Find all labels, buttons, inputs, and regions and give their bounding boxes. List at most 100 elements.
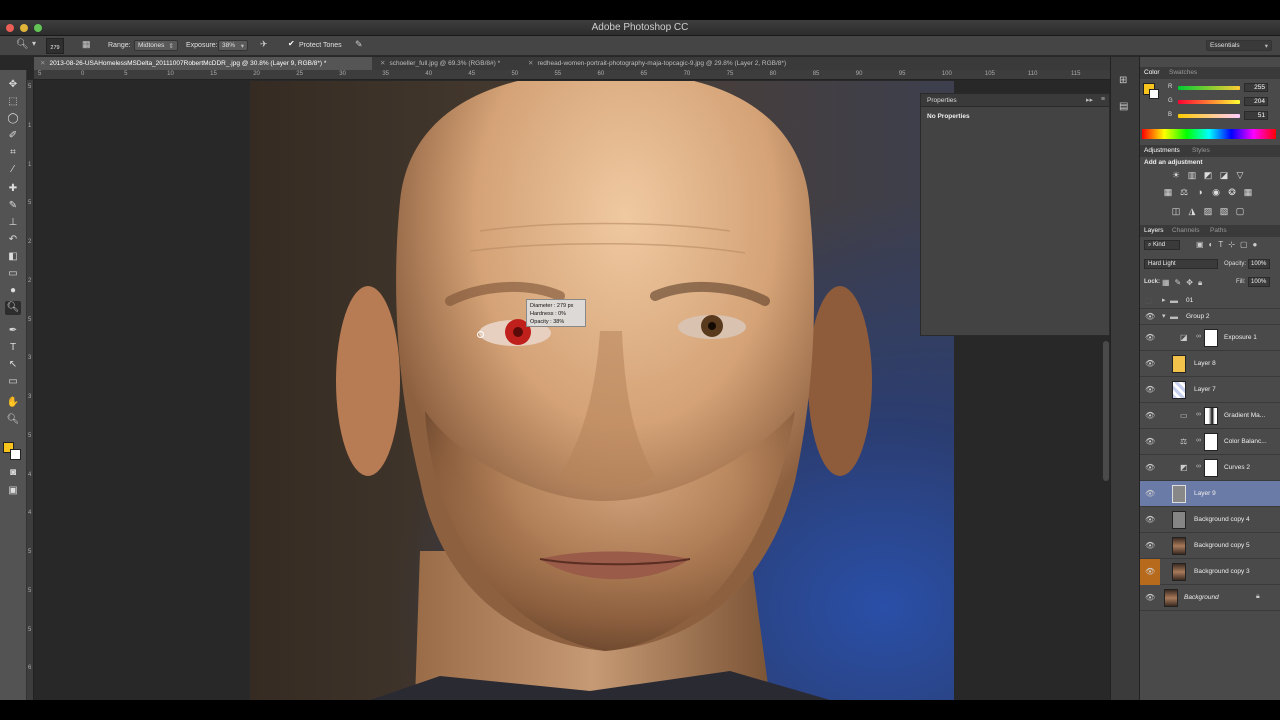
r-slider[interactable]	[1178, 86, 1240, 90]
layer-mask-thumbnail[interactable]	[1204, 407, 1218, 425]
color-balance-icon[interactable]: ⚖	[1178, 187, 1190, 197]
hand-tool-icon[interactable]: ✋	[5, 396, 21, 410]
eye-hidden-icon[interactable]: ▢	[1145, 296, 1153, 305]
link-icon[interactable]: ∞	[1196, 333, 1201, 340]
brightness-contrast-icon[interactable]: ☀	[1170, 170, 1182, 180]
tab-swatches[interactable]: Swatches	[1169, 69, 1197, 76]
layer-row[interactable]: 👁︎ ◪ ∞ Exposure 1	[1140, 325, 1280, 351]
photo-filter-icon[interactable]: ◉	[1210, 187, 1222, 197]
r-value[interactable]: 255	[1244, 83, 1268, 92]
close-icon[interactable]: ✕	[380, 60, 385, 67]
link-icon[interactable]: ∞	[1196, 411, 1201, 418]
collapse-icon[interactable]: ▸▸	[1086, 96, 1093, 104]
layer-thumbnail[interactable]	[1172, 537, 1186, 555]
eye-icon[interactable]: 👁︎	[1145, 463, 1155, 472]
g-slider[interactable]	[1178, 100, 1240, 104]
eraser-tool-icon[interactable]: ◧	[5, 250, 21, 264]
posterize-icon[interactable]: ◮	[1186, 206, 1198, 216]
layer-row[interactable]: 👁︎ ◩ ∞ Curves 2	[1140, 455, 1280, 481]
blend-mode-select[interactable]: Hard Light	[1144, 259, 1218, 269]
eye-icon[interactable]: 👁︎	[1145, 515, 1155, 524]
eye-icon[interactable]: 👁︎	[1145, 385, 1155, 394]
layer-row-selected[interactable]: 👁︎ Layer 9	[1140, 481, 1280, 507]
eye-icon[interactable]: 👁︎	[1145, 541, 1155, 550]
eye-icon[interactable]: 👁︎	[1145, 411, 1155, 420]
tab-styles[interactable]: Styles	[1192, 147, 1210, 154]
history-panel-icon[interactable]: ⊞	[1119, 75, 1127, 86]
layer-row[interactable]: ▢ ▸ ▬ 01	[1140, 293, 1280, 309]
layer-mask-thumbnail[interactable]	[1204, 459, 1218, 477]
brush-tool-icon[interactable]: ✎	[5, 199, 21, 213]
layer-thumbnail[interactable]	[1172, 355, 1186, 373]
layer-mask-thumbnail[interactable]	[1204, 329, 1218, 347]
layer-row[interactable]: 👁︎ ⚖ ∞ Color Balanc...	[1140, 429, 1280, 455]
dodge-tool-icon[interactable]: 🔍︎	[5, 301, 21, 315]
eye-icon[interactable]: 👁︎	[1145, 312, 1155, 321]
move-tool-icon[interactable]: ✥	[5, 78, 21, 92]
document-tab[interactable]: ✕ 2013-08-26-USAHomelessMSDelta_20111007R…	[34, 57, 372, 70]
zoom-tool-icon[interactable]: 🔍︎	[5, 413, 21, 427]
layer-row[interactable]: 👁︎ ▾ ▬ Group 2	[1140, 309, 1280, 325]
link-icon[interactable]: ∞	[1196, 463, 1201, 470]
layer-row[interactable]: 👁︎ Layer 8	[1140, 351, 1280, 377]
pen-tool-icon[interactable]: ✒	[5, 324, 21, 338]
panel-menu-icon[interactable]: ≡	[1101, 96, 1105, 103]
vibrance-icon[interactable]: ▽	[1234, 170, 1246, 180]
layer-row[interactable]: 👁︎ Layer 7	[1140, 377, 1280, 403]
tab-color[interactable]: Color	[1144, 69, 1160, 76]
b-slider[interactable]	[1178, 114, 1240, 118]
eye-icon[interactable]: 👁︎	[1145, 359, 1155, 368]
fill-field[interactable]: 100%	[1248, 277, 1270, 287]
curves-icon[interactable]: ◩	[1202, 170, 1214, 180]
portrait-image[interactable]: Diameter : 279 px Hardness : 0% Opacity …	[250, 81, 954, 700]
layer-filter-select[interactable]: ⌕ Kind	[1144, 240, 1180, 250]
screen-mode-icon[interactable]: ▣	[5, 484, 21, 498]
gradient-tool-icon[interactable]: ▭	[5, 267, 21, 281]
b-value[interactable]: 51	[1244, 111, 1268, 120]
chevron-right-icon[interactable]: ▸	[1162, 296, 1166, 304]
marquee-tool-icon[interactable]: ⬚	[5, 95, 21, 109]
hue-saturation-icon[interactable]: ▦	[1162, 187, 1174, 197]
invert-icon[interactable]: ◫	[1170, 206, 1182, 216]
close-icon[interactable]: ✕	[528, 60, 533, 67]
layer-filter-icons[interactable]: ▣◐T⊹▢●	[1196, 240, 1262, 249]
black-white-icon[interactable]: ◑	[1194, 187, 1206, 197]
layer-thumbnail[interactable]	[1172, 563, 1186, 581]
quick-mask-icon[interactable]: ◙	[5, 466, 21, 480]
workspace-select[interactable]: Essentials ▾	[1206, 40, 1272, 51]
lasso-tool-icon[interactable]: ◯	[5, 112, 21, 126]
blur-tool-icon[interactable]: ●	[5, 284, 21, 298]
lock-icons[interactable]: ▦✎✥🔒︎	[1162, 278, 1207, 288]
background-color-swatch[interactable]	[10, 449, 21, 460]
eye-icon[interactable]: 👁︎	[1145, 437, 1155, 446]
layer-row[interactable]: 👁︎ Background copy 4	[1140, 507, 1280, 533]
layer-thumbnail[interactable]	[1172, 381, 1186, 399]
exposure-icon[interactable]: ◪	[1218, 170, 1230, 180]
layer-row[interactable]: 👁︎ Background 🔒︎	[1140, 585, 1280, 611]
path-selection-tool-icon[interactable]: ↖	[5, 358, 21, 372]
airbrush-icon[interactable]: ✈︎	[260, 39, 268, 50]
document-tab[interactable]: ✕ redhead-women-portrait-photography-maja…	[522, 57, 852, 70]
document-tab[interactable]: ✕ schoeller_full.jpg @ 69.3% (RGB/8#) *	[374, 57, 520, 70]
gradient-map-icon[interactable]: ▧	[1218, 206, 1230, 216]
tab-layers[interactable]: Layers	[1144, 227, 1164, 234]
color-background-swatch[interactable]	[1149, 89, 1159, 99]
layer-thumbnail[interactable]	[1172, 511, 1186, 529]
pressure-size-icon[interactable]: ✎	[355, 39, 363, 50]
clone-stamp-tool-icon[interactable]: ⊥	[5, 216, 21, 230]
vertical-scrollbar[interactable]	[1103, 341, 1109, 481]
layer-mask-thumbnail[interactable]	[1204, 433, 1218, 451]
layer-thumbnail[interactable]	[1164, 589, 1178, 607]
protect-tones-checkbox[interactable]: ✔	[288, 39, 295, 48]
quick-select-tool-icon[interactable]: ✐	[5, 129, 21, 143]
channel-mixer-icon[interactable]: ❂	[1226, 187, 1238, 197]
eyedropper-tool-icon[interactable]: ⁄	[5, 163, 21, 177]
eye-icon[interactable]: 👁︎	[1145, 333, 1155, 342]
eye-icon[interactable]: 👁︎	[1145, 593, 1155, 602]
threshold-icon[interactable]: ▨	[1202, 206, 1214, 216]
close-icon[interactable]: ✕	[40, 60, 45, 67]
shape-tool-icon[interactable]: ▭	[5, 375, 21, 389]
brush-preset-picker[interactable]: 279	[46, 38, 64, 54]
color-spectrum-bar[interactable]	[1142, 129, 1276, 139]
tool-preset-arrow-icon[interactable]: ▾	[32, 39, 36, 48]
